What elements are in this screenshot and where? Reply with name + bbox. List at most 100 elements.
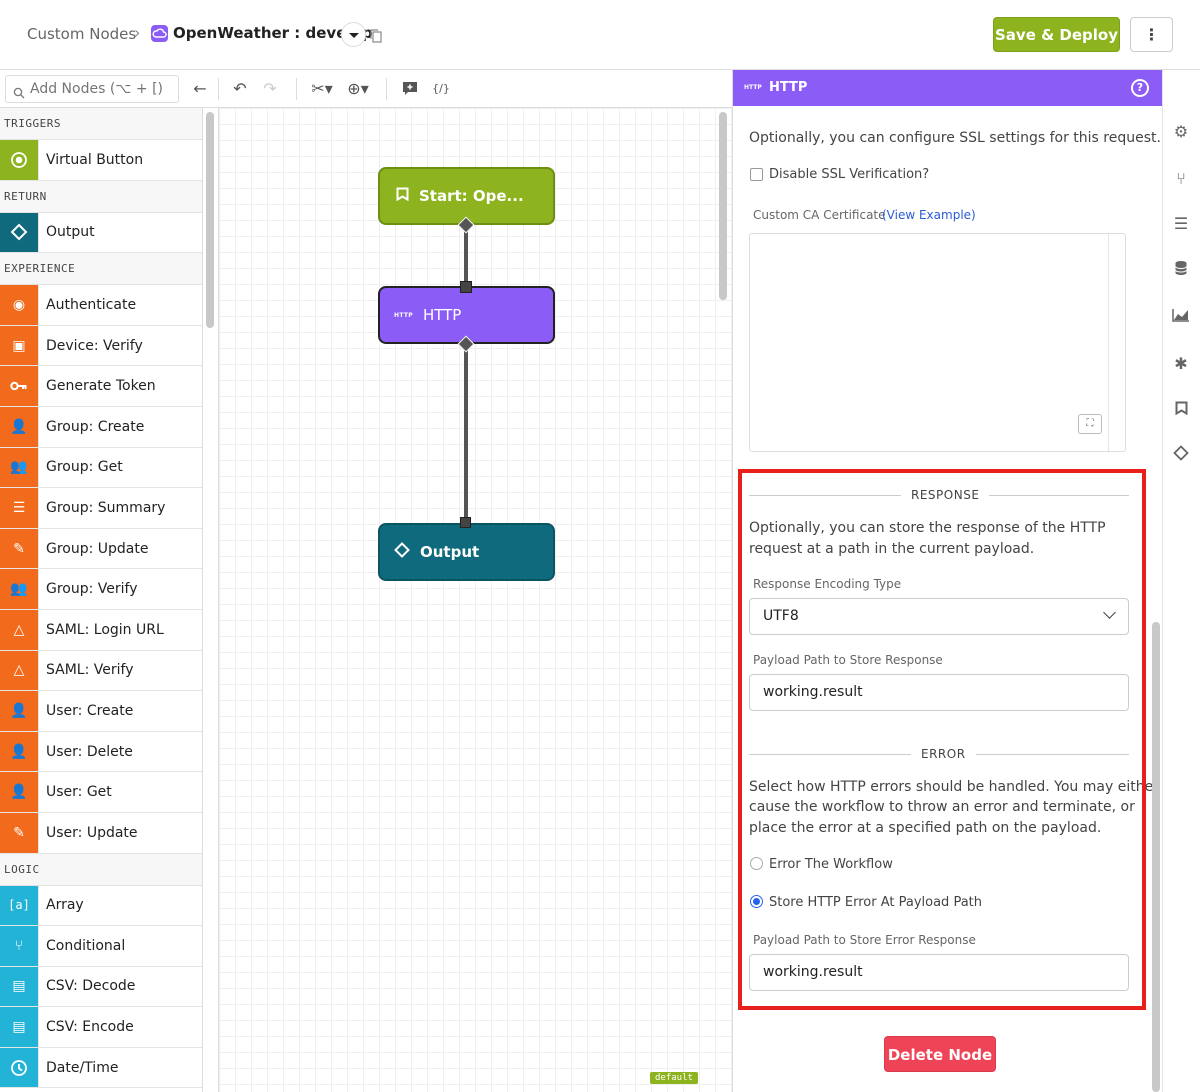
palette-item-label: Date/Time xyxy=(46,1059,119,1076)
gear-icon[interactable]: ⚙ xyxy=(1171,122,1191,142)
node-output[interactable]: Output xyxy=(378,523,555,581)
breadcrumb-root[interactable]: Custom Nodes xyxy=(27,25,136,43)
palette-item-label: Group: Verify xyxy=(46,581,138,598)
palette-item-label: CSV: Encode xyxy=(46,1019,134,1036)
user-edit-icon: ✎ xyxy=(0,528,39,569)
disable-ssl-checkbox[interactable] xyxy=(750,168,763,181)
help-icon[interactable]: ? xyxy=(1131,79,1149,97)
palette-item-user-create[interactable]: 👤 User: Create xyxy=(0,691,202,732)
chip-icon: ▣ xyxy=(0,325,39,366)
palette-item-virtual-button[interactable]: Virtual Button xyxy=(0,140,202,181)
csv-file-icon: ▤ xyxy=(0,966,39,1007)
delete-node-button[interactable]: Delete Node xyxy=(884,1036,996,1072)
palette-item-user-delete[interactable]: 👤 User: Delete xyxy=(0,731,202,773)
section-experience: EXPERIENCE xyxy=(0,253,202,286)
palette-item-label: Group: Get xyxy=(46,459,123,476)
more-options-button[interactable]: ⋮ xyxy=(1130,17,1173,52)
panel-header: HTTP HTTP ? xyxy=(733,70,1162,106)
palette-item-date-time[interactable]: Date/Time xyxy=(0,1047,202,1089)
custom-ca-label: Custom CA Certificate xyxy=(753,208,886,222)
expand-icon[interactable]: ⛶ xyxy=(1078,414,1102,434)
chart-icon[interactable] xyxy=(1171,307,1191,327)
diamond-icon xyxy=(0,212,39,253)
section-logic: LOGIC xyxy=(0,853,202,886)
split-icon: ⑂ xyxy=(0,926,39,966)
user-list-icon: ☰ xyxy=(0,488,39,528)
palette-item-user-update[interactable]: ✎ User: Update xyxy=(0,812,202,854)
list-icon[interactable]: ☰ xyxy=(1171,214,1191,234)
section-return: RETURN xyxy=(0,180,202,213)
palette-item-label: User: Delete xyxy=(46,743,133,760)
copy-icon[interactable] xyxy=(370,28,382,43)
undo-icon[interactable]: ↶ xyxy=(230,80,250,98)
custom-ca-textarea[interactable]: ⛶ xyxy=(749,233,1126,453)
palette-item-saml-verify[interactable]: △ SAML: Verify xyxy=(0,650,202,692)
panel-title: HTTP xyxy=(769,80,808,95)
panel-scrollbar[interactable] xyxy=(1152,622,1160,1092)
palette-item-group-summary[interactable]: ☰ Group: Summary xyxy=(0,488,202,529)
add-nodes-input[interactable] xyxy=(30,79,176,99)
bug-icon[interactable]: ✱ xyxy=(1171,354,1191,374)
node-output-label: Output xyxy=(420,543,480,561)
view-example-link[interactable]: (View Example) xyxy=(882,208,976,222)
user-search-icon: 👤 xyxy=(0,772,39,812)
add-nodes-search[interactable] xyxy=(5,75,179,103)
save-deploy-button[interactable]: Save & Deploy xyxy=(993,17,1120,52)
palette-item-group-get[interactable]: 👥 Group: Get xyxy=(0,447,202,489)
zoom-icon[interactable]: ⊕▾ xyxy=(344,80,372,98)
output-input-port[interactable] xyxy=(460,517,471,528)
redo-icon[interactable]: ↷ xyxy=(260,80,280,98)
fingerprint-icon: ◉ xyxy=(0,285,39,325)
palette-item-group-update[interactable]: ✎ Group: Update xyxy=(0,528,202,570)
node-palette: TRIGGERS Virtual Button RETURN Output EX… xyxy=(0,108,203,1092)
palette-item-csv-decode[interactable]: ▤ CSV: Decode xyxy=(0,966,202,1008)
connector-http-output xyxy=(464,344,468,524)
collapse-arrow-icon[interactable]: ← xyxy=(190,80,210,98)
sidebar-scrollbar[interactable] xyxy=(206,112,214,328)
group-icon: 👥 xyxy=(0,569,39,609)
highlight-box xyxy=(738,469,1146,1010)
top-bar: Custom Nodes › OpenWeather : develop Sav… xyxy=(0,0,1200,70)
canvas-scrollbar[interactable] xyxy=(719,112,727,300)
palette-item-label: CSV: Decode xyxy=(46,978,136,995)
palette-item-saml-login-url[interactable]: △ SAML: Login URL xyxy=(0,609,202,651)
section-triggers: TRIGGERS xyxy=(0,108,202,140)
clock-icon xyxy=(0,1047,39,1088)
palette-item-device-verify[interactable]: ▣ Device: Verify xyxy=(0,325,202,367)
disable-ssl-label: Disable SSL Verification? xyxy=(769,167,930,182)
palette-item-conditional[interactable]: ⑂ Conditional xyxy=(0,926,202,967)
http-input-port[interactable] xyxy=(460,281,472,293)
add-comment-icon[interactable] xyxy=(400,80,420,98)
user-add-icon: 👤 xyxy=(0,406,39,447)
search-icon xyxy=(13,84,25,103)
diamond-icon[interactable] xyxy=(1171,445,1191,465)
variables-icon[interactable]: {/} xyxy=(428,80,454,98)
palette-item-label: Virtual Button xyxy=(46,151,144,168)
palette-item-label: Authenticate xyxy=(46,296,137,313)
palette-item-label: Group: Create xyxy=(46,418,145,435)
cut-icon[interactable]: ✂▾ xyxy=(308,80,336,98)
branch-icon[interactable]: ⑂ xyxy=(1171,169,1191,189)
palette-item-label: User: Get xyxy=(46,784,112,801)
canvas-toolbar: ← ↶ ↷ ✂▾ ⊕▾ {/} xyxy=(0,70,732,108)
palette-item-output[interactable]: Output xyxy=(0,212,202,254)
bookmark-icon xyxy=(396,187,409,205)
workflow-canvas[interactable] xyxy=(218,108,732,1092)
palette-item-label: SAML: Verify xyxy=(46,662,134,679)
palette-item-group-verify[interactable]: 👥 Group: Verify xyxy=(0,569,202,610)
palette-item-authenticate[interactable]: ◉ Authenticate xyxy=(0,285,202,326)
palette-item-label: User: Update xyxy=(46,824,138,841)
palette-item-generate-token[interactable]: Generate Token xyxy=(0,366,202,407)
palette-item-group-create[interactable]: 👤 Group: Create xyxy=(0,406,202,448)
connector-start-http xyxy=(464,225,468,287)
version-dropdown-button[interactable] xyxy=(341,22,366,47)
palette-item-array[interactable]: [a] Array xyxy=(0,885,202,927)
csv-file-icon: ▤ xyxy=(0,1007,39,1047)
database-icon[interactable] xyxy=(1171,260,1191,280)
bookmark-icon[interactable] xyxy=(1171,400,1191,420)
user-edit-icon: ✎ xyxy=(0,812,39,853)
palette-item-user-get[interactable]: 👤 User: Get xyxy=(0,772,202,813)
palette-item-label: Group: Summary xyxy=(46,499,166,516)
diamond-icon xyxy=(394,542,410,562)
palette-item-csv-encode[interactable]: ▤ CSV: Encode xyxy=(0,1007,202,1048)
